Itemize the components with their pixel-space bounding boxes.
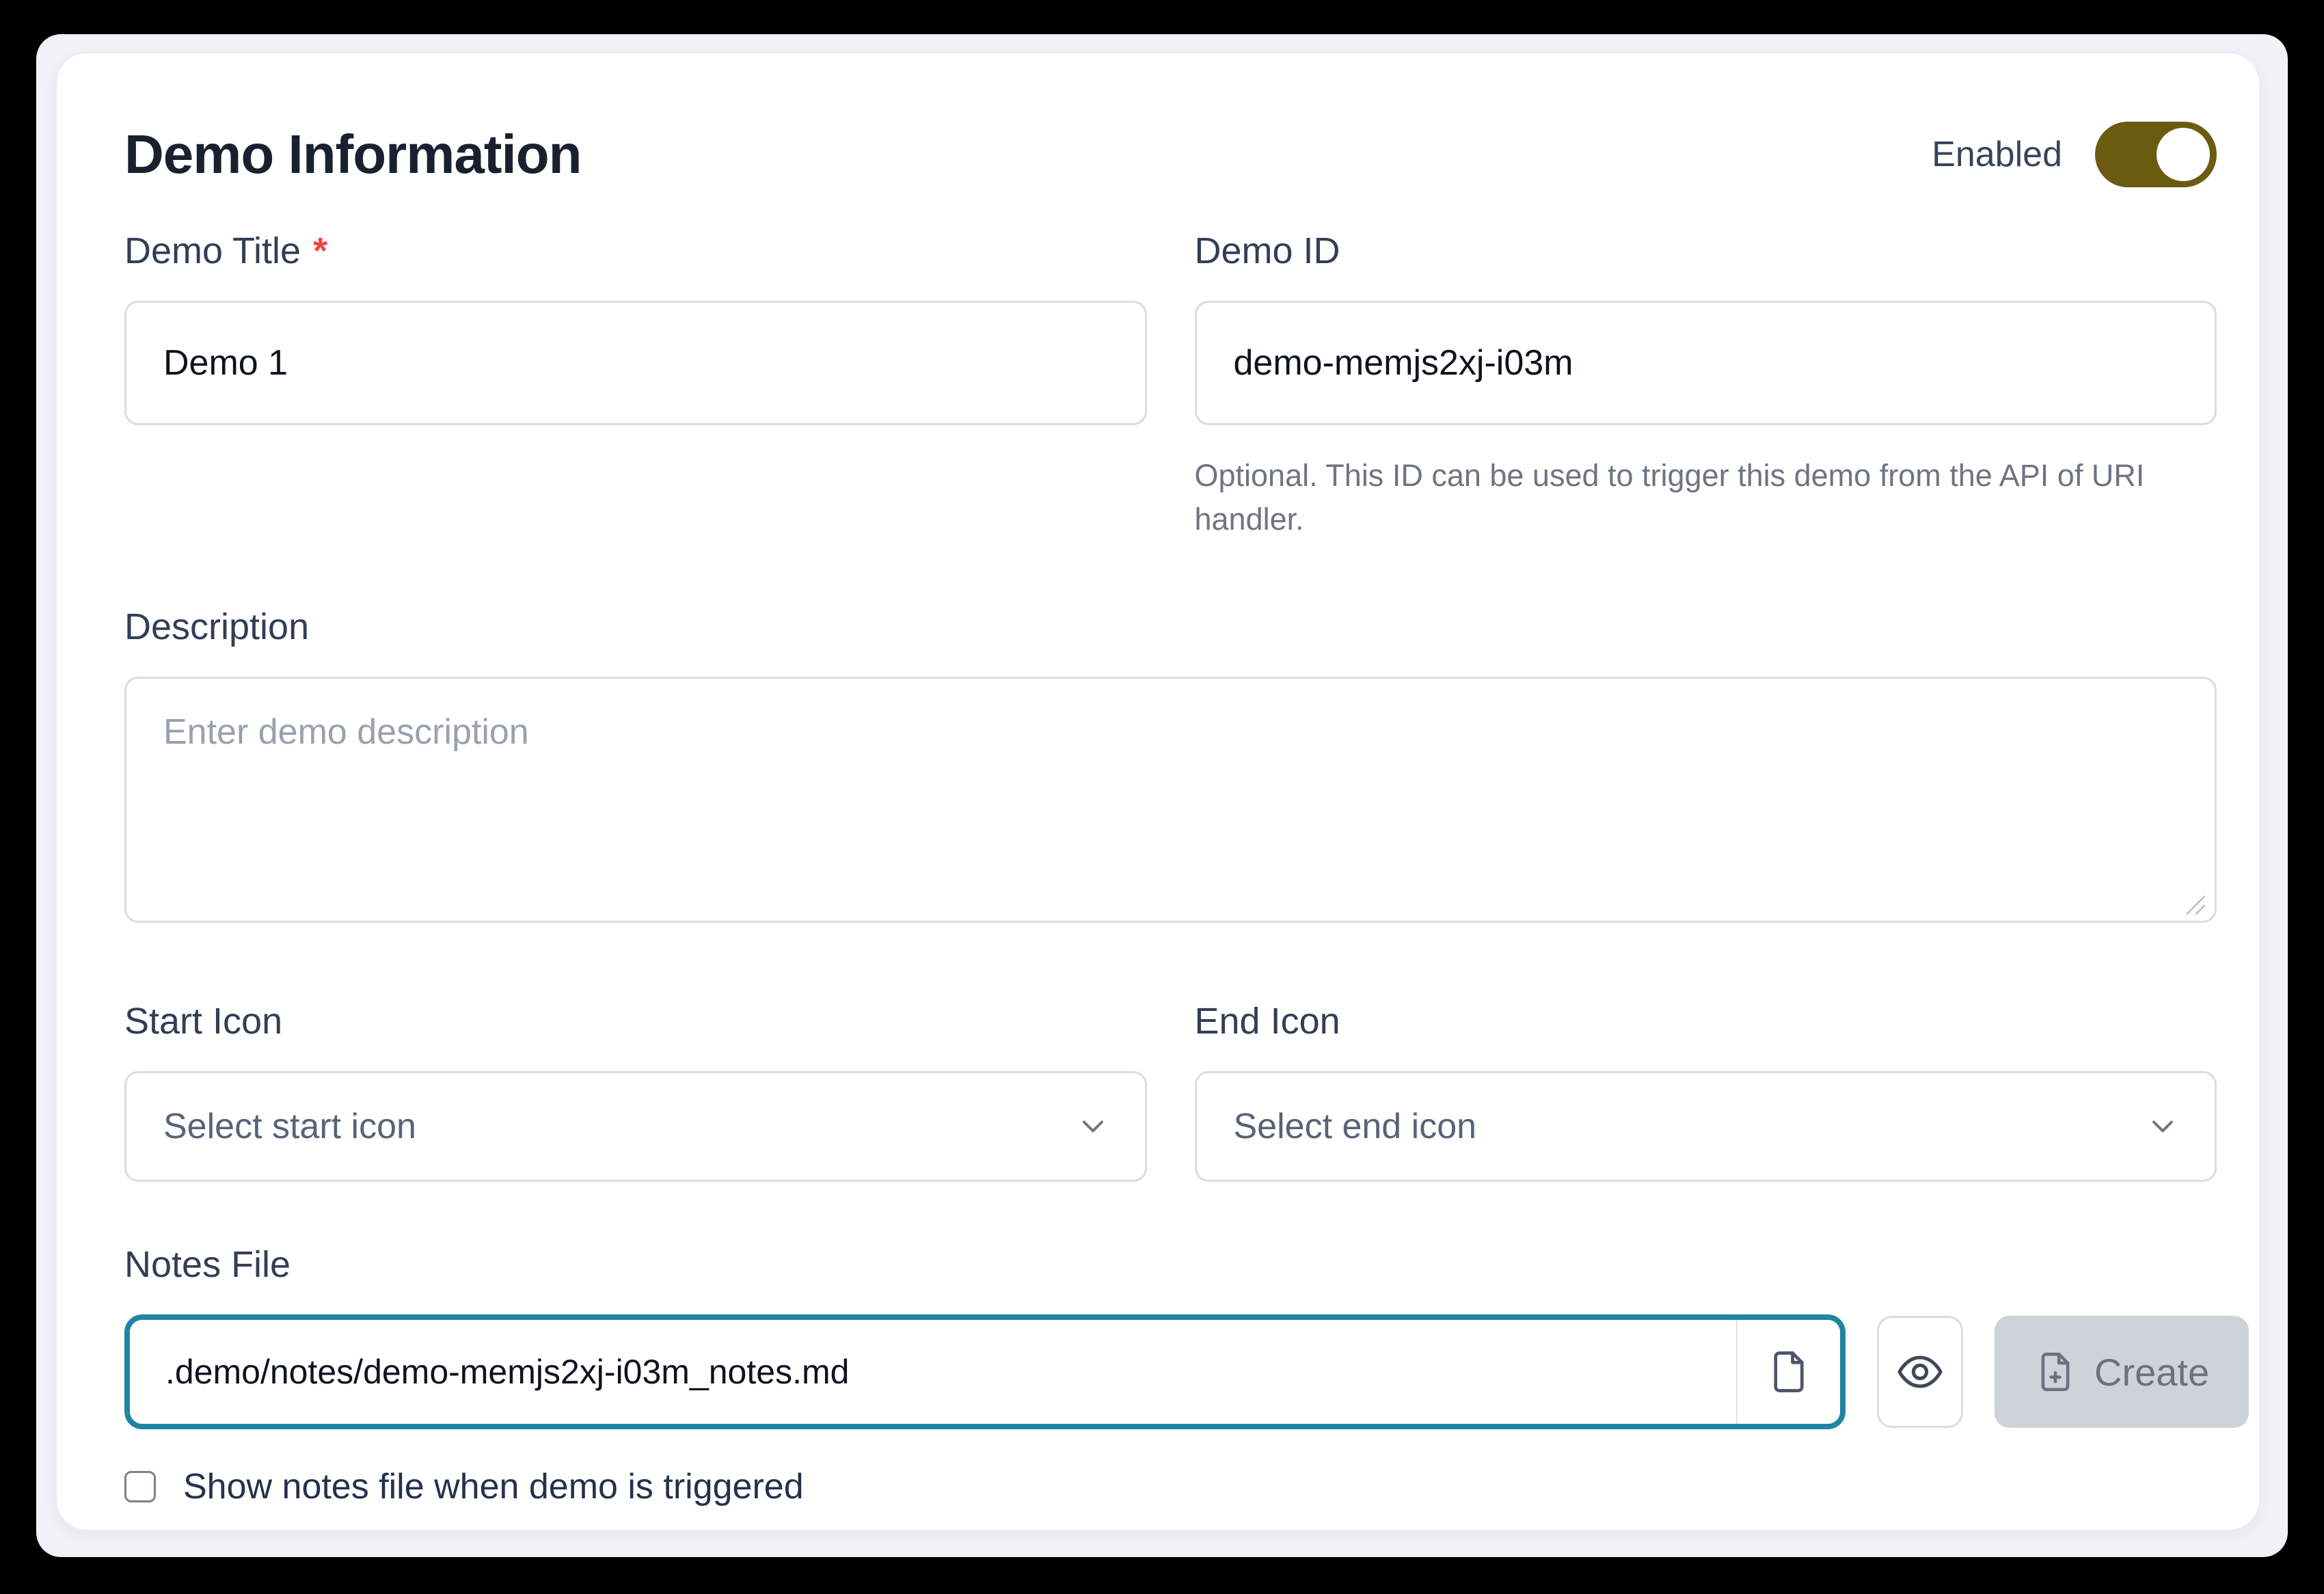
end-icon-field: End Icon Select end icon (1195, 997, 2217, 1182)
icons-row: Start Icon Select start icon End Icon Se… (124, 997, 2217, 1182)
enabled-toggle[interactable] (2095, 122, 2217, 187)
window-frame: Demo Information Enabled Demo Title * De… (36, 34, 2288, 1557)
demo-id-helper-text: Optional. This ID can be used to trigger… (1195, 454, 2206, 541)
demo-information-card: Demo Information Enabled Demo Title * De… (55, 52, 2260, 1531)
file-plus-icon (2034, 1351, 2077, 1393)
required-asterisk: * (313, 227, 327, 275)
demo-id-field: Demo ID Optional. This ID can be used to… (1195, 227, 2217, 541)
notes-file-label: Notes File (124, 1241, 2217, 1288)
start-icon-label: Start Icon (124, 997, 1147, 1045)
description-textarea[interactable] (124, 677, 2217, 923)
card-header: Demo Information Enabled (124, 122, 2217, 187)
enabled-control: Enabled (1932, 122, 2217, 187)
chevron-down-icon (1075, 1109, 1111, 1144)
demo-title-input[interactable] (124, 301, 1147, 425)
notes-file-input[interactable] (130, 1320, 1736, 1424)
start-icon-field: Start Icon Select start icon (124, 997, 1147, 1182)
eye-icon (1895, 1347, 1945, 1396)
start-icon-label-text: Start Icon (124, 997, 282, 1045)
demo-id-label: Demo ID (1195, 227, 2217, 275)
show-notes-checkbox-label: Show notes file when demo is triggered (183, 1466, 804, 1507)
enabled-label: Enabled (1932, 134, 2062, 175)
browse-file-button[interactable] (1736, 1320, 1840, 1424)
description-section: Description (124, 603, 2217, 926)
demo-title-field: Demo Title * (124, 227, 1147, 425)
end-icon-select-value: Select end icon (1234, 1106, 1477, 1147)
demo-title-label-text: Demo Title (124, 227, 301, 275)
page-title: Demo Information (124, 124, 581, 185)
demo-title-label: Demo Title * (124, 227, 1147, 275)
end-icon-label: End Icon (1195, 997, 2217, 1045)
end-icon-select[interactable]: Select end icon (1195, 1071, 2217, 1182)
description-textarea-wrap (124, 677, 2217, 926)
notes-file-row: Create (124, 1314, 2217, 1429)
file-icon (1766, 1349, 1811, 1394)
description-label: Description (124, 603, 2217, 651)
notes-file-section: Notes File (124, 1241, 2217, 1507)
start-icon-select-value: Select start icon (163, 1106, 416, 1147)
chevron-down-icon (2145, 1109, 2180, 1144)
description-label-text: Description (124, 603, 309, 651)
notes-file-input-group (124, 1314, 1846, 1429)
show-notes-checkbox[interactable] (124, 1471, 156, 1502)
show-notes-checkbox-row: Show notes file when demo is triggered (124, 1466, 2217, 1507)
create-notes-button[interactable]: Create (1995, 1316, 2249, 1428)
preview-notes-button[interactable] (1877, 1316, 1963, 1428)
start-icon-select[interactable]: Select start icon (124, 1071, 1147, 1182)
title-id-row: Demo Title * Demo ID Optional. This ID c… (124, 227, 2217, 541)
end-icon-label-text: End Icon (1195, 997, 1340, 1045)
toggle-knob (2157, 128, 2210, 181)
demo-id-label-text: Demo ID (1195, 227, 1340, 275)
notes-file-label-text: Notes File (124, 1241, 290, 1288)
create-button-label: Create (2094, 1350, 2209, 1394)
demo-id-input[interactable] (1195, 301, 2217, 425)
